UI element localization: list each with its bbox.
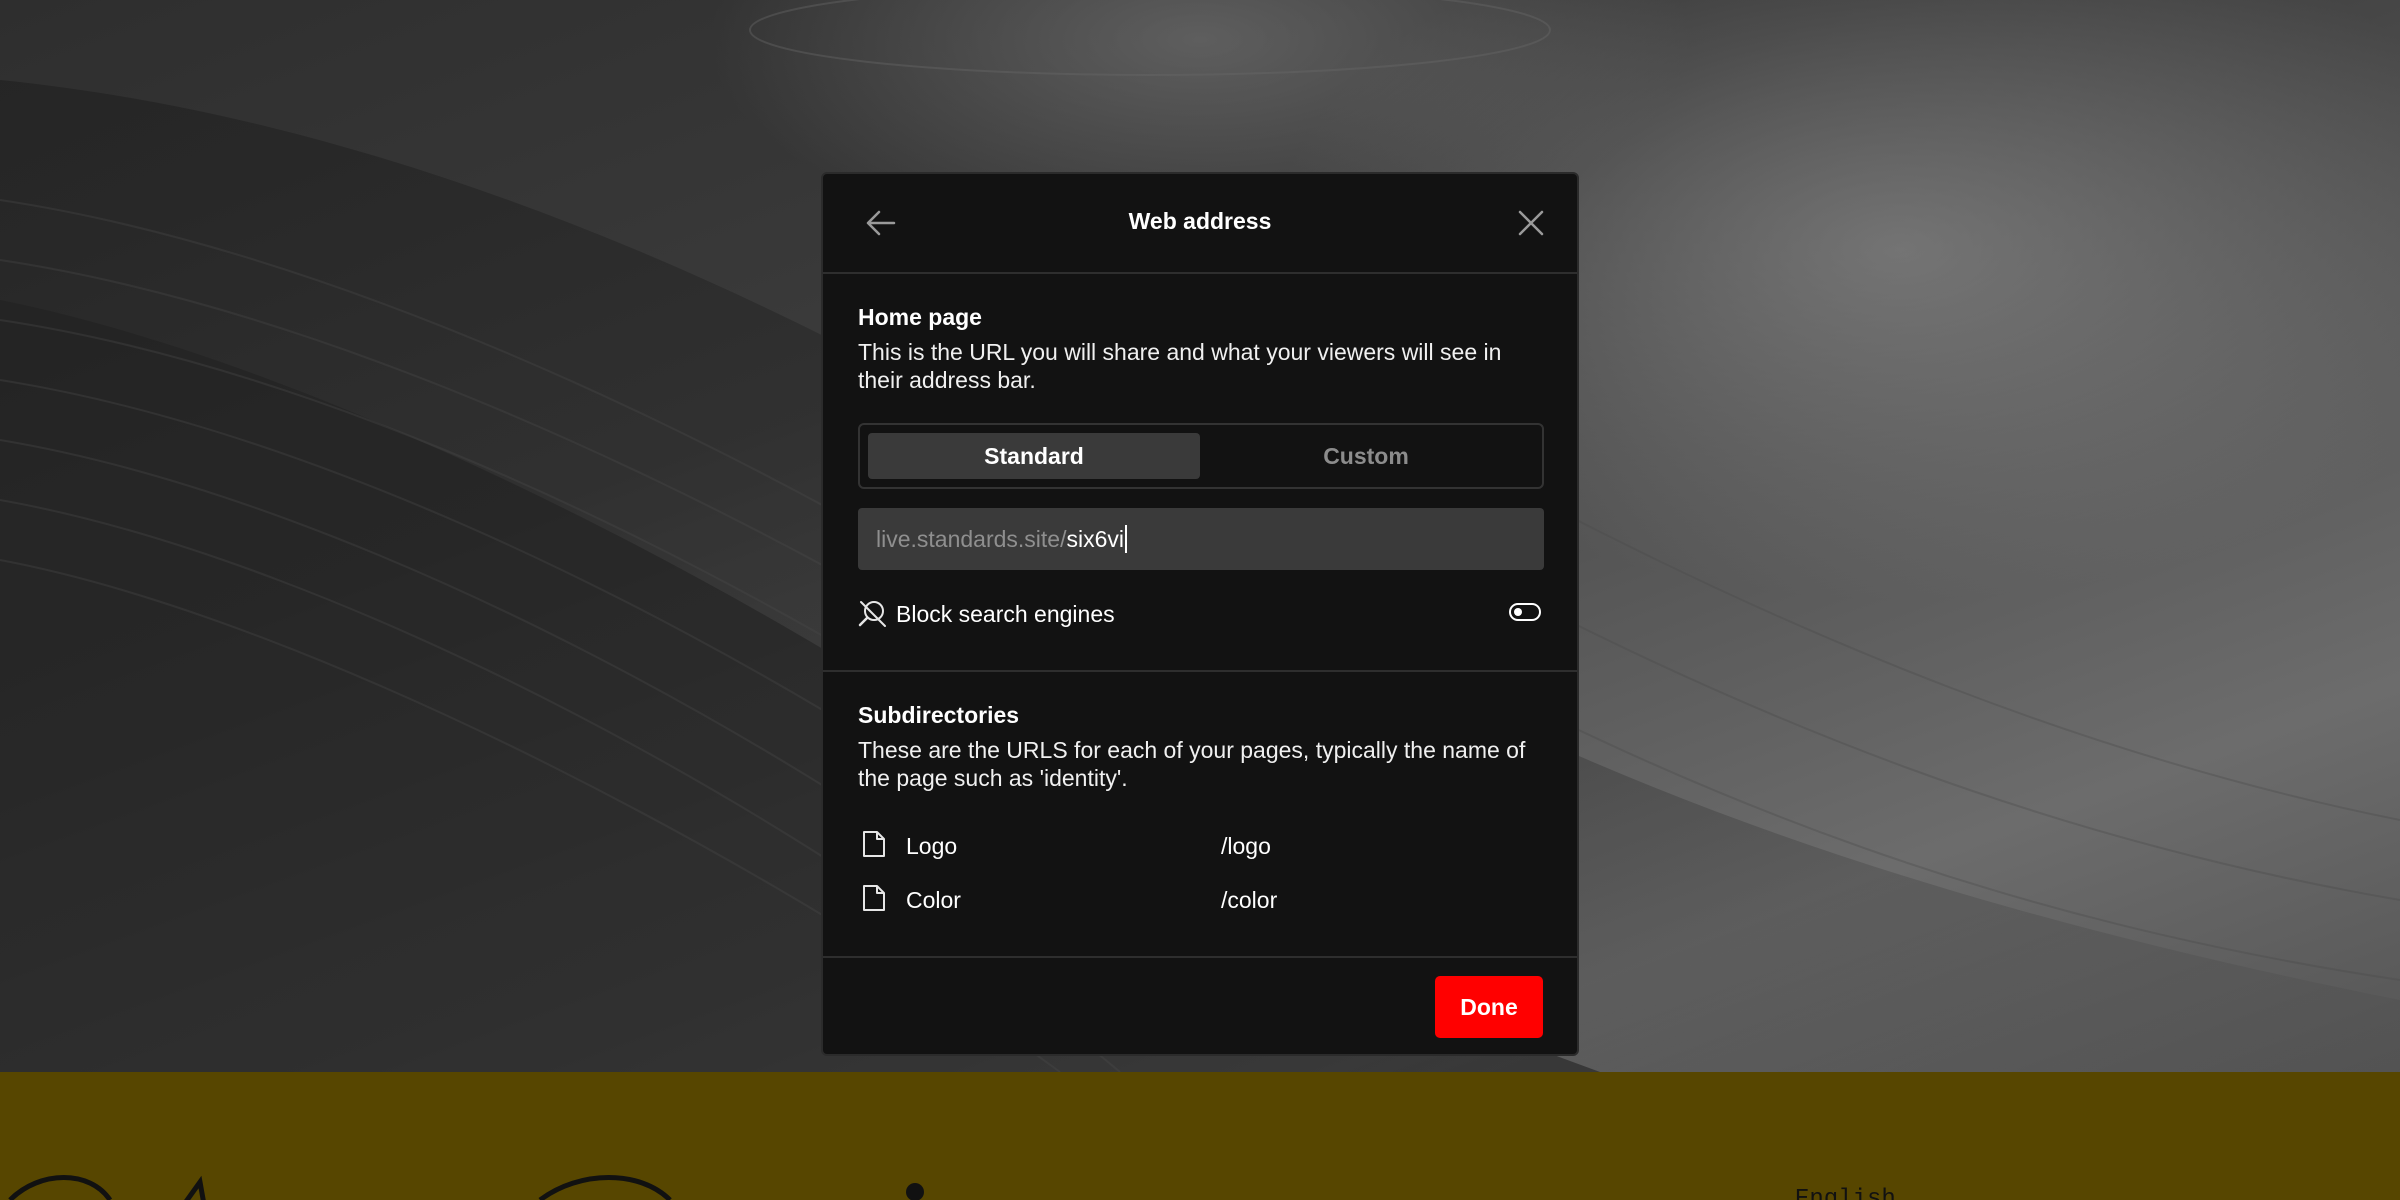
file-icon bbox=[863, 831, 885, 857]
toggle-knob bbox=[1514, 608, 1522, 616]
web-address-modal: Web address Home page This is the URL yo… bbox=[821, 172, 1579, 1056]
block-search-engines-row: Block search engines bbox=[858, 594, 1544, 634]
subdirectory-row-color[interactable]: Color /color bbox=[858, 882, 1544, 918]
url-value: six6vi bbox=[1066, 525, 1124, 552]
tab-standard[interactable]: Standard bbox=[868, 433, 1200, 479]
subdirectory-row-logo[interactable]: Logo /logo bbox=[858, 828, 1544, 864]
text-caret bbox=[1125, 525, 1127, 553]
page: English Web address Home page This is th… bbox=[0, 0, 2400, 1200]
modal-title: Web address bbox=[1128, 208, 1272, 234]
home-page-title: Home page bbox=[858, 304, 982, 330]
tab-custom[interactable]: Custom bbox=[1200, 433, 1532, 479]
modal-header: Web address bbox=[823, 174, 1577, 274]
brand-logo-partial bbox=[8, 1175, 924, 1200]
subdirectory-path: /color bbox=[1221, 887, 1278, 913]
subdirectory-name: Color bbox=[906, 887, 961, 913]
url-prefix: live.standards.site/ bbox=[876, 525, 1067, 552]
section-divider bbox=[823, 670, 1577, 672]
url-input[interactable]: live.standards.site/ six6vi bbox=[858, 508, 1544, 570]
home-page-description: This is the URL you will share and what … bbox=[858, 339, 1502, 393]
close-icon bbox=[1518, 210, 1544, 236]
search-off-icon bbox=[858, 601, 886, 627]
subdirectories-description: These are the URLS for each of your page… bbox=[858, 737, 1526, 791]
url-type-segmented-control: Standard Custom bbox=[858, 423, 1544, 489]
subdirectory-name: Logo bbox=[906, 833, 958, 859]
modal-footer: Done bbox=[823, 956, 1577, 1054]
file-icon bbox=[863, 885, 885, 911]
close-button[interactable] bbox=[1509, 201, 1553, 245]
block-search-engines-toggle[interactable] bbox=[1509, 603, 1541, 621]
subdirectory-path: /logo bbox=[1221, 833, 1271, 859]
subdirectories-title: Subdirectories bbox=[858, 702, 1020, 728]
block-search-engines-label: Block search engines bbox=[896, 601, 1115, 627]
done-button[interactable]: Done bbox=[1435, 976, 1543, 1038]
language-selector[interactable]: English bbox=[1795, 1188, 1896, 1200]
